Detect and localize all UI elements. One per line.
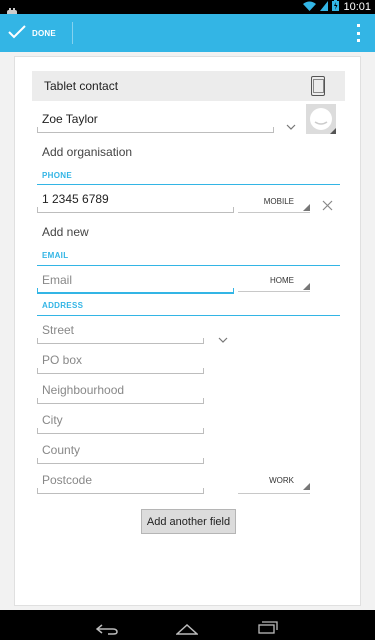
postcode-input[interactable]: Postcode bbox=[42, 473, 92, 487]
wifi-icon bbox=[303, 1, 317, 14]
contact-editor-card: Tablet contact Zoe Taylor Add organisati… bbox=[14, 56, 361, 606]
neighbourhood-input[interactable]: Neighbourhood bbox=[42, 383, 124, 397]
po-box-input[interactable]: PO box bbox=[42, 353, 82, 367]
status-time: 10:01 bbox=[343, 1, 371, 13]
done-label: DONE bbox=[32, 28, 56, 38]
checkmark-icon bbox=[8, 24, 26, 43]
address-type-underline bbox=[238, 493, 310, 494]
street-input[interactable]: Street bbox=[42, 323, 74, 337]
address-type-spinner[interactable]: WORK bbox=[238, 476, 310, 490]
overflow-menu-icon[interactable] bbox=[355, 24, 361, 42]
name-field[interactable]: Zoe Taylor bbox=[42, 112, 98, 126]
postcode-input-underline bbox=[37, 488, 204, 494]
account-type-label: Tablet contact bbox=[44, 79, 119, 93]
street-input-underline bbox=[37, 338, 204, 344]
phone-field[interactable]: 1 2345 6789 bbox=[42, 192, 109, 206]
po-box-input-underline bbox=[37, 368, 204, 374]
done-button[interactable]: DONE bbox=[0, 14, 70, 52]
home-icon[interactable] bbox=[175, 620, 199, 639]
signal-icon bbox=[320, 0, 329, 14]
email-input[interactable]: Email bbox=[42, 273, 72, 287]
email-type-underline bbox=[238, 291, 310, 292]
expand-address-icon[interactable] bbox=[218, 328, 228, 347]
divider bbox=[72, 22, 73, 44]
city-input[interactable]: City bbox=[42, 413, 63, 427]
email-section-divider bbox=[37, 265, 340, 266]
phone-field-underline bbox=[37, 207, 234, 213]
name-field-underline bbox=[37, 127, 274, 133]
account-type-row: Tablet contact bbox=[32, 71, 345, 101]
add-organisation-link[interactable]: Add organisation bbox=[42, 145, 132, 159]
battery-charging-icon bbox=[332, 0, 340, 14]
address-section-header: ADDRESS bbox=[42, 301, 84, 310]
person-icon bbox=[310, 108, 332, 130]
address-section-divider bbox=[37, 315, 340, 316]
email-input-underline bbox=[37, 288, 234, 294]
phone-type-spinner[interactable]: MOBILE bbox=[238, 197, 310, 211]
add-another-field-button[interactable]: Add another field bbox=[141, 509, 236, 534]
chevron-down-icon[interactable] bbox=[286, 115, 296, 134]
status-bar: 10:01 bbox=[0, 0, 375, 16]
add-new-phone-link[interactable]: Add new bbox=[42, 225, 89, 239]
back-icon[interactable] bbox=[95, 620, 118, 639]
city-input-underline bbox=[37, 428, 204, 434]
recent-apps-icon[interactable] bbox=[258, 619, 278, 638]
email-type-spinner[interactable]: HOME bbox=[238, 276, 310, 290]
tablet-icon bbox=[311, 76, 325, 96]
phone-section-divider bbox=[37, 184, 340, 185]
action-bar: DONE bbox=[0, 14, 375, 52]
contact-photo[interactable] bbox=[306, 104, 336, 134]
phone-section-header: PHONE bbox=[42, 171, 72, 180]
phone-type-underline bbox=[238, 212, 310, 213]
email-section-header: EMAIL bbox=[42, 251, 69, 260]
remove-phone-icon[interactable] bbox=[322, 196, 333, 215]
navigation-bar bbox=[0, 610, 375, 640]
county-input[interactable]: County bbox=[42, 443, 80, 457]
neighbourhood-input-underline bbox=[37, 398, 204, 404]
county-input-underline bbox=[37, 458, 204, 464]
